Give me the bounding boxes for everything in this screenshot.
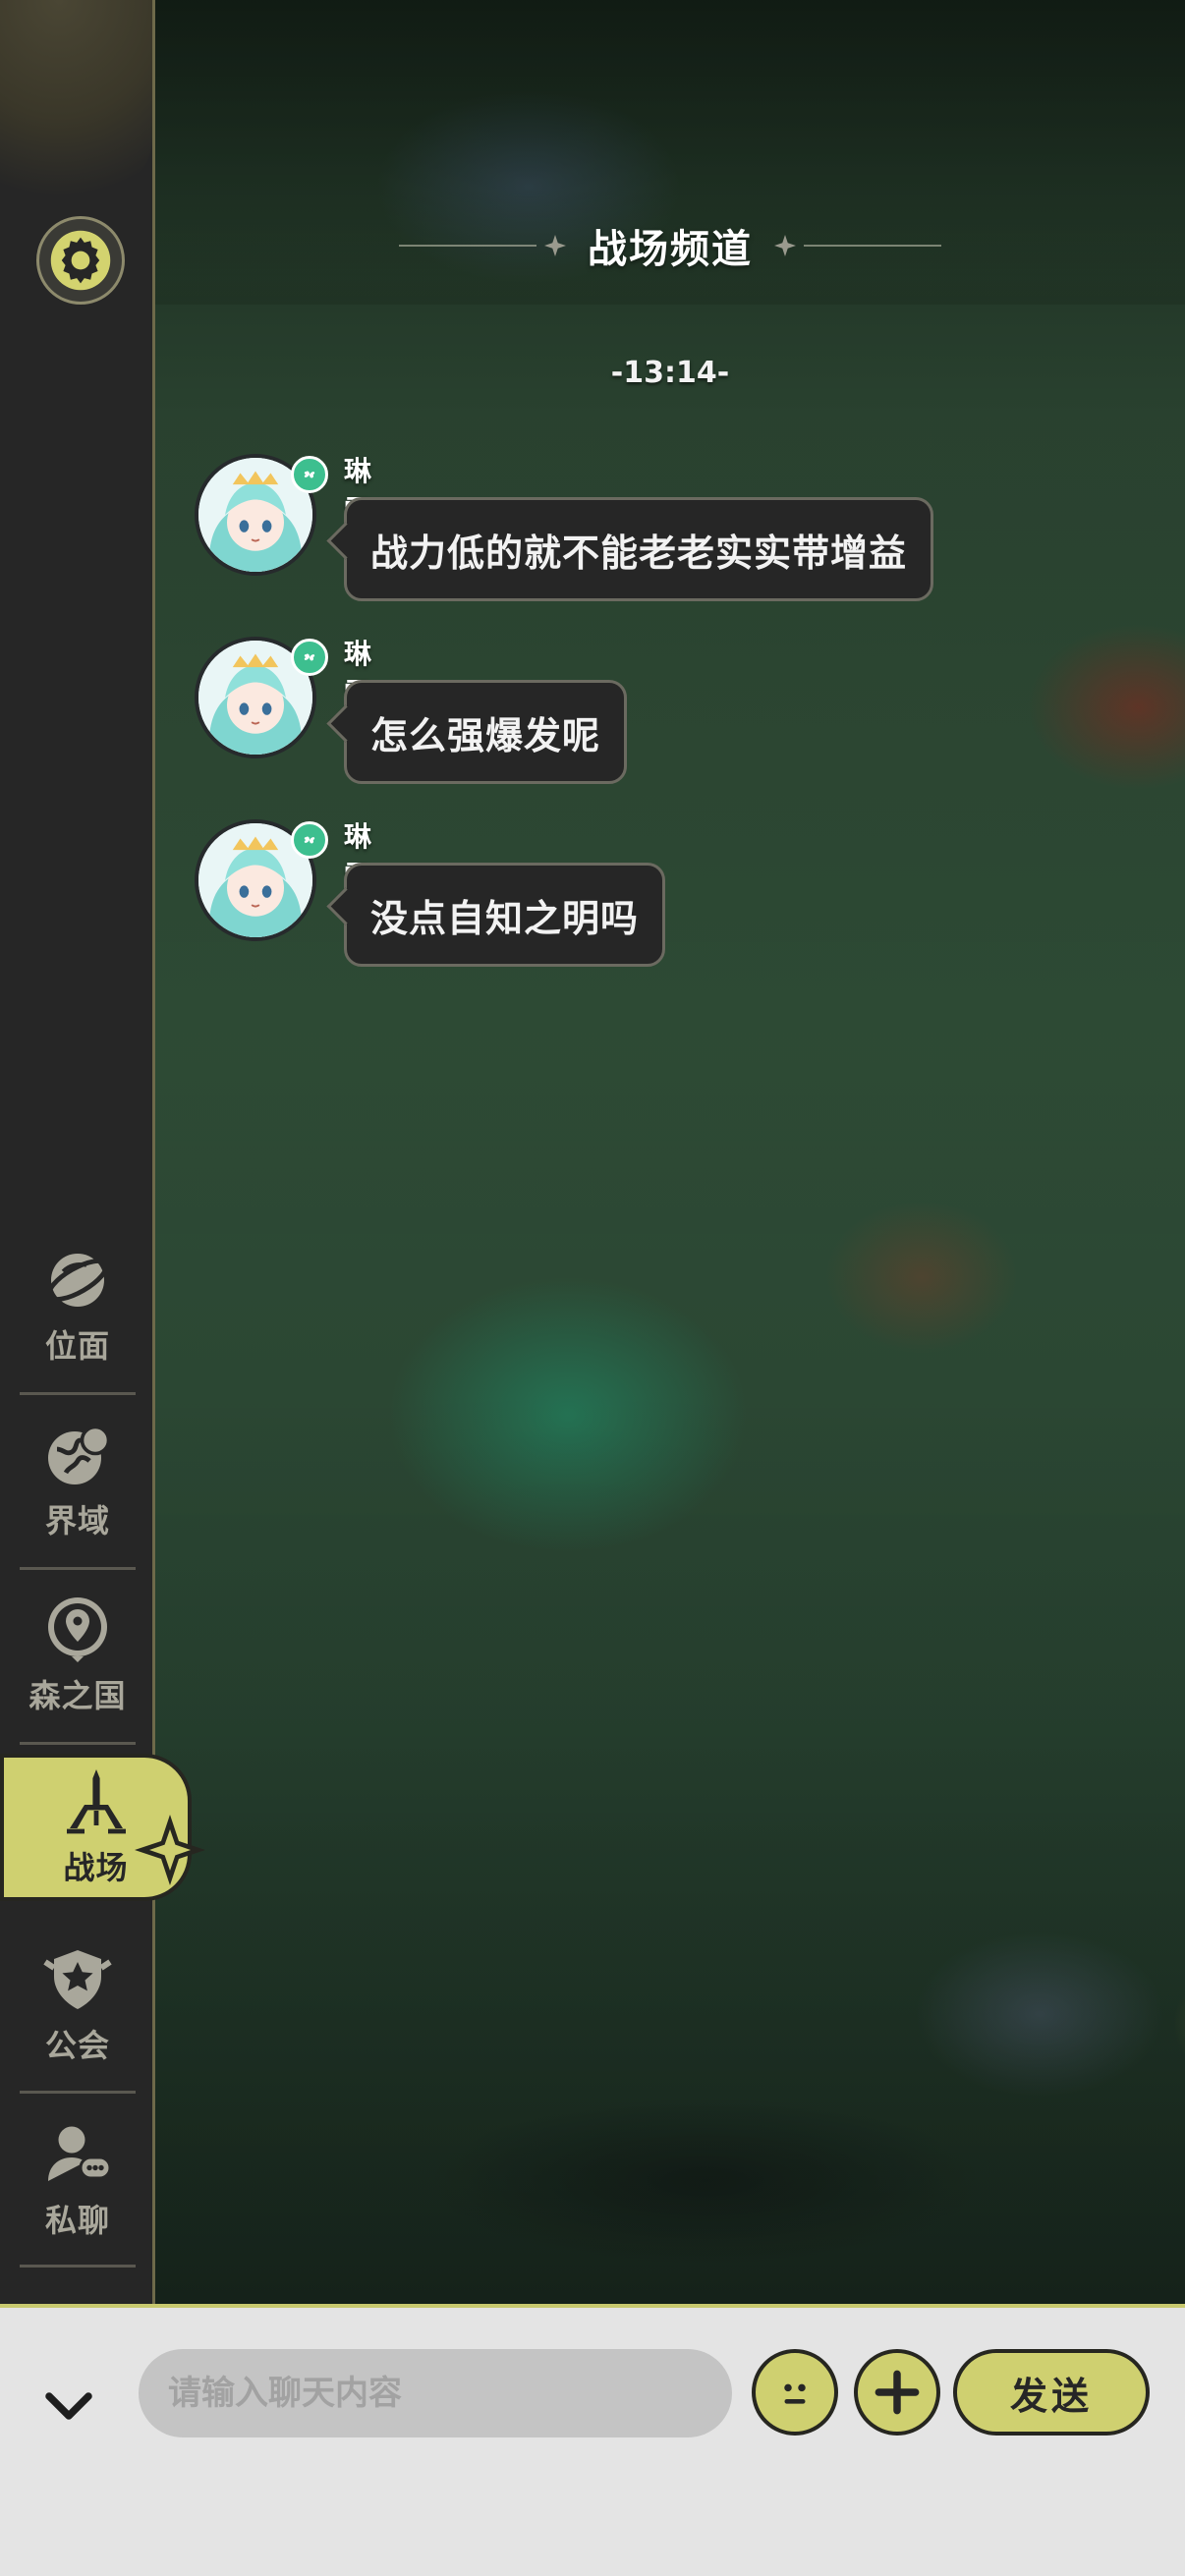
- blurred-game-background: [155, 0, 1185, 2304]
- page-title: 战场频道: [588, 227, 753, 272]
- plus-icon: [875, 2370, 920, 2415]
- active-star-icon: [135, 1815, 205, 1885]
- sparkle-icon: [544, 235, 566, 256]
- chat-input-bar: 发送: [0, 2304, 1185, 2576]
- globe-icon: [48, 1425, 111, 1484]
- message-bubble[interactable]: 怎么强爆发呢: [344, 680, 628, 784]
- nav-label-battlefield: 战场: [63, 1849, 129, 1886]
- send-button[interactable]: 发送: [953, 2349, 1150, 2436]
- private-chat-icon: [48, 2126, 112, 2181]
- chat-input[interactable]: [139, 2349, 732, 2437]
- nav-divider: [20, 2265, 136, 2268]
- emoji-face-icon: [784, 2383, 806, 2404]
- nav-label-realm: 界域: [44, 1502, 110, 1540]
- channel-sidebar: 位面 界域 森之国 战场 公会 私聊: [0, 0, 205, 2304]
- channel-header: 战场频道: [155, 187, 1185, 305]
- nav-item-guild[interactable]: 公会: [0, 1918, 155, 2093]
- guild-shield-icon: [43, 1950, 112, 2009]
- nav-item-plane[interactable]: 位面: [0, 1218, 155, 1393]
- time-separator: -13:14-: [610, 356, 730, 390]
- nav-label-plane: 位面: [44, 1327, 110, 1365]
- message-bubble[interactable]: 战力低的就不能老老实实带增益: [344, 497, 934, 601]
- planet-icon: [46, 1254, 109, 1307]
- crossed-swords-icon: [66, 1769, 126, 1834]
- nav-label-forest-kingdom: 森之国: [28, 1677, 127, 1714]
- nav-label-private-chat: 私聊: [44, 2202, 110, 2239]
- nav-divider: [20, 1742, 136, 1745]
- header-divider-line: [399, 245, 536, 247]
- add-attachment-button[interactable]: [854, 2349, 940, 2436]
- emoji-button[interactable]: [752, 2349, 838, 2436]
- settings-button[interactable]: [36, 216, 125, 305]
- sidebar-ornament: [0, 0, 152, 196]
- sparkle-icon: [774, 235, 796, 256]
- clover-badge-icon: [291, 639, 328, 676]
- location-pin-icon: [48, 1597, 107, 1662]
- clover-badge-icon: [291, 456, 328, 493]
- nav-item-realm[interactable]: 界域: [0, 1393, 155, 1568]
- nav-label-guild: 公会: [44, 2027, 110, 2064]
- nav-item-forest-kingdom[interactable]: 森之国: [0, 1568, 155, 1743]
- chevron-down-icon[interactable]: [39, 2377, 98, 2436]
- nav-item-private-chat[interactable]: 私聊: [0, 2093, 155, 2268]
- message-bubble[interactable]: 没点自知之明吗: [344, 863, 666, 967]
- gear-icon: [50, 230, 111, 291]
- nav-item-battlefield[interactable]: 战场: [0, 1754, 205, 1901]
- header-divider-line: [804, 245, 941, 247]
- clover-badge-icon: [291, 821, 328, 859]
